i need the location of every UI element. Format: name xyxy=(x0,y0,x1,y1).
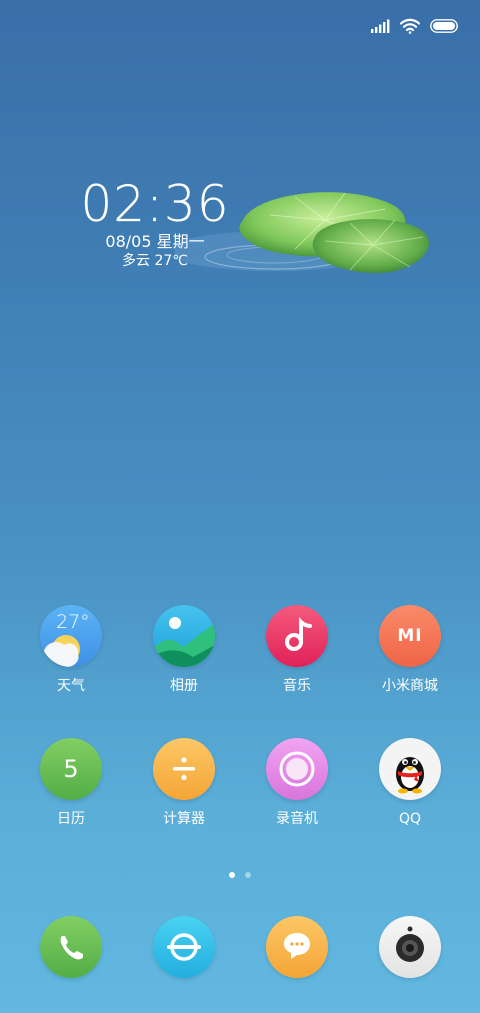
app-calendar[interactable]: 5 日历 xyxy=(21,738,121,828)
app-recorder[interactable]: 录音机 xyxy=(247,738,347,828)
mi-store-icon: MI xyxy=(379,605,441,667)
battery-icon xyxy=(430,19,460,33)
page-indicator xyxy=(0,872,480,878)
app-label: 日历 xyxy=(57,811,85,827)
music-icon xyxy=(266,605,328,667)
app-mi-store[interactable]: MI 小米商城 xyxy=(360,605,460,695)
wifi-icon xyxy=(400,18,420,34)
app-label: QQ xyxy=(398,811,422,827)
weather-icon: 27° xyxy=(40,605,102,667)
signal-icon xyxy=(370,19,390,33)
app-weather[interactable]: 27° 天气 xyxy=(21,605,121,695)
app-label: 天气 xyxy=(57,678,85,694)
browser-icon xyxy=(153,916,215,978)
weather-temp-badge: 27° xyxy=(56,611,90,633)
calculator-icon xyxy=(153,738,215,800)
app-label: 计算器 xyxy=(163,811,205,827)
app-label: 音乐 xyxy=(283,678,311,694)
qq-icon xyxy=(379,738,441,800)
page-dot-active xyxy=(229,872,235,878)
app-qq[interactable]: QQ xyxy=(360,738,460,828)
dock-camera[interactable] xyxy=(360,916,460,978)
lotus-leaves-illustration xyxy=(165,175,440,285)
app-label: 小米商城 xyxy=(382,678,438,694)
phone-icon xyxy=(40,916,102,978)
dock-phone[interactable] xyxy=(21,916,121,978)
app-music[interactable]: 音乐 xyxy=(247,605,347,695)
messages-icon xyxy=(266,916,328,978)
app-label: 录音机 xyxy=(276,811,318,827)
gallery-icon xyxy=(153,605,215,667)
calendar-icon: 5 xyxy=(40,738,102,800)
mi-logo-text: MI xyxy=(397,626,423,646)
app-label: 相册 xyxy=(170,678,198,694)
app-gallery[interactable]: 相册 xyxy=(134,605,234,695)
dock-messages[interactable] xyxy=(247,916,347,978)
calendar-day: 5 xyxy=(63,755,79,783)
camera-icon xyxy=(379,916,441,978)
dock-browser[interactable] xyxy=(134,916,234,978)
recorder-icon xyxy=(266,738,328,800)
status-bar xyxy=(370,14,460,38)
app-calculator[interactable]: 计算器 xyxy=(134,738,234,828)
page-dot xyxy=(245,872,251,878)
